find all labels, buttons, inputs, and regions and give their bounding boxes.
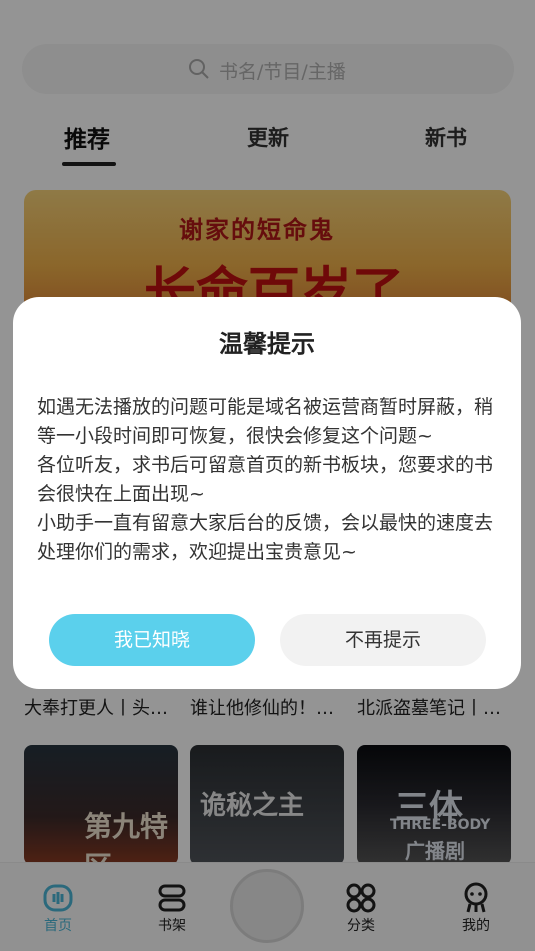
dialog-paragraph: 各位听友，求书后可留意首页的新书板块，您要求的书会很快在上面出现~ <box>37 454 494 505</box>
dialog-paragraph: 如遇无法播放的问题可能是域名被运营商暂时屏蔽，稍等一小段时间即可恢复，很快会修复… <box>37 396 494 447</box>
dialog-paragraph: 小助手一直有留意大家后台的反馈，会以最快的速度去处理你们的需求，欢迎提出宝贵意见… <box>37 512 494 563</box>
notice-dialog: 温馨提示 如遇无法播放的问题可能是域名被运营商暂时屏蔽，稍等一小段时间即可恢复，… <box>13 297 521 689</box>
dialog-title: 温馨提示 <box>219 330 315 358</box>
dialog-body: 如遇无法播放的问题可能是域名被运营商暂时屏蔽，稍等一小段时间即可恢复，很快会修复… <box>37 393 503 567</box>
acknowledge-button[interactable]: 我已知晓 <box>49 614 255 666</box>
dont-show-again-button[interactable]: 不再提示 <box>280 614 486 666</box>
